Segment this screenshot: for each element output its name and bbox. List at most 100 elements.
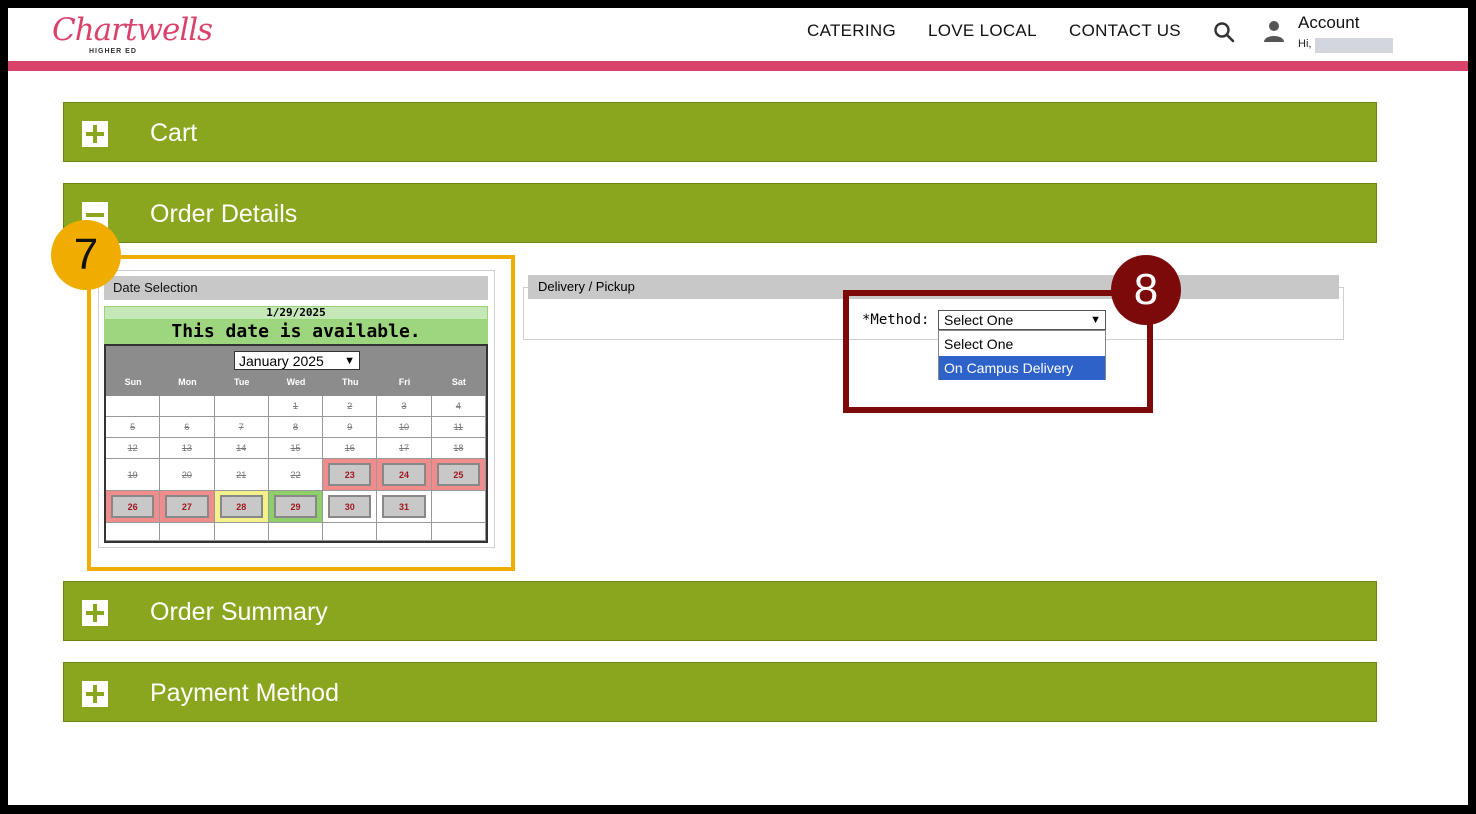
cart-label: Cart (150, 119, 198, 147)
weekday-row: Sun Mon Tue Wed Thu Fri Sat (106, 374, 486, 396)
day-number: 1 (292, 401, 298, 411)
day-number: 8 (292, 422, 298, 432)
redacted-username (1315, 38, 1393, 53)
day-button[interactable]: 31 (382, 495, 426, 518)
order-details-section-header[interactable]: Order Details (63, 183, 1377, 243)
weekday-mon: Mon (178, 377, 197, 387)
calendar-day: 11 (431, 417, 486, 438)
selected-date: 1/29/2025 (104, 306, 488, 320)
cart-section-header[interactable]: Cart (63, 102, 1377, 162)
weekday-wed: Wed (286, 377, 306, 387)
user-icon[interactable] (1263, 19, 1285, 43)
order-summary-label: Order Summary (150, 598, 328, 626)
calendar-day: 3 (377, 396, 432, 417)
calendar-day: 4 (431, 396, 486, 417)
calendar-day: 10 (377, 417, 432, 438)
calendar-day: 8 (268, 417, 324, 438)
calendar-day: 26 (106, 491, 161, 523)
weekday-tue: Tue (234, 377, 250, 387)
page: Chartwells HIGHER ED CATERING LOVE LOCAL… (8, 8, 1468, 805)
date-selection-title: Date Selection (104, 276, 488, 300)
account-link[interactable]: Account (1298, 13, 1359, 33)
method-select[interactable]: Select One ▼ (938, 310, 1106, 330)
calendar-day: 21 (214, 459, 269, 491)
search-icon[interactable] (1212, 20, 1236, 44)
day-button[interactable]: 25 (436, 463, 480, 486)
calendar-day: 5 (106, 417, 161, 438)
nav-catering[interactable]: CATERING (807, 21, 896, 41)
method-label: *Method: (862, 312, 930, 328)
day-button[interactable]: 27 (165, 495, 209, 518)
calendar-day (431, 491, 486, 523)
calendar-day: 9 (323, 417, 378, 438)
day-number: 12 (127, 443, 138, 453)
calendar-day: 23 (323, 459, 378, 491)
calendar-header: January 2025 ▼ (106, 346, 486, 374)
logo-subtitle: HIGHER ED (89, 48, 137, 55)
order-summary-section-header[interactable]: Order Summary (63, 581, 1377, 641)
calendar-day (431, 523, 486, 541)
weekday-fri: Fri (398, 377, 411, 387)
day-number: 20 (181, 470, 192, 480)
nav-love-local[interactable]: LOVE LOCAL (928, 21, 1037, 41)
calendar-day: 14 (214, 438, 269, 459)
day-button[interactable]: 26 (111, 495, 155, 518)
availability-message: This date is available. (104, 320, 488, 344)
header-divider (8, 61, 1468, 71)
logo-text: Chartwells (52, 12, 213, 48)
calendar-day: 18 (431, 438, 486, 459)
calendar-day: 19 (106, 459, 161, 491)
account-greeting: Hi, (1298, 38, 1312, 50)
day-button[interactable]: 23 (328, 463, 372, 486)
day-button[interactable]: 30 (328, 495, 372, 518)
expand-icon (82, 600, 108, 626)
day-number: 6 (184, 422, 190, 432)
calendar-day (106, 396, 161, 417)
calendar-day (160, 396, 215, 417)
calendar-day: 7 (214, 417, 269, 438)
nav-contact-us[interactable]: CONTACT US (1069, 21, 1181, 41)
method-dropdown-list: Select One On Campus Delivery (938, 330, 1106, 380)
calendar-day: 28 (214, 491, 269, 523)
calendar-day: 30 (323, 491, 378, 523)
calendar-day (106, 523, 161, 541)
day-number: 10 (399, 422, 410, 432)
calendar-day: 24 (377, 459, 432, 491)
calendar-day: 6 (160, 417, 215, 438)
day-number: 15 (290, 443, 301, 453)
option-on-campus-delivery[interactable]: On Campus Delivery (939, 356, 1105, 380)
chevron-down-icon: ▼ (344, 355, 355, 367)
calendar: January 2025 ▼ Sun Mon Tue Wed Thu Fri Sat 123… (104, 344, 488, 543)
expand-icon (82, 121, 108, 147)
calendar-day: 31 (377, 491, 432, 523)
calendar-day: 13 (160, 438, 215, 459)
day-button[interactable]: 29 (273, 495, 318, 518)
month-select[interactable]: January 2025 ▼ (234, 351, 360, 370)
calendar-day (323, 523, 378, 541)
day-number: 2 (347, 401, 353, 411)
method-select-value: Select One (944, 312, 1014, 328)
option-select-one[interactable]: Select One (939, 332, 1105, 356)
day-button[interactable]: 24 (382, 463, 426, 486)
payment-method-label: Payment Method (150, 679, 339, 707)
day-number: 11 (453, 422, 464, 432)
day-number: 5 (130, 422, 136, 432)
step-8-badge: 8 (1111, 255, 1181, 325)
calendar-day: 15 (268, 438, 324, 459)
calendar-day (214, 523, 269, 541)
calendar-day (214, 396, 269, 417)
calendar-day (377, 523, 432, 541)
day-number: 19 (127, 470, 138, 480)
site-header: Chartwells HIGHER ED CATERING LOVE LOCAL… (8, 8, 1468, 61)
day-number: 14 (236, 443, 247, 453)
day-number: 18 (453, 443, 464, 453)
day-button[interactable]: 28 (219, 495, 263, 518)
month-value: January 2025 (239, 353, 324, 369)
chartwells-logo[interactable]: Chartwells HIGHER ED (52, 12, 213, 60)
weekday-sat: Sat (451, 377, 466, 387)
calendar-day: 16 (323, 438, 378, 459)
calendar-day: 2 (323, 396, 378, 417)
step-7-badge: 7 (51, 220, 121, 290)
payment-method-section-header[interactable]: Payment Method (63, 662, 1377, 722)
day-number: 16 (344, 443, 355, 453)
